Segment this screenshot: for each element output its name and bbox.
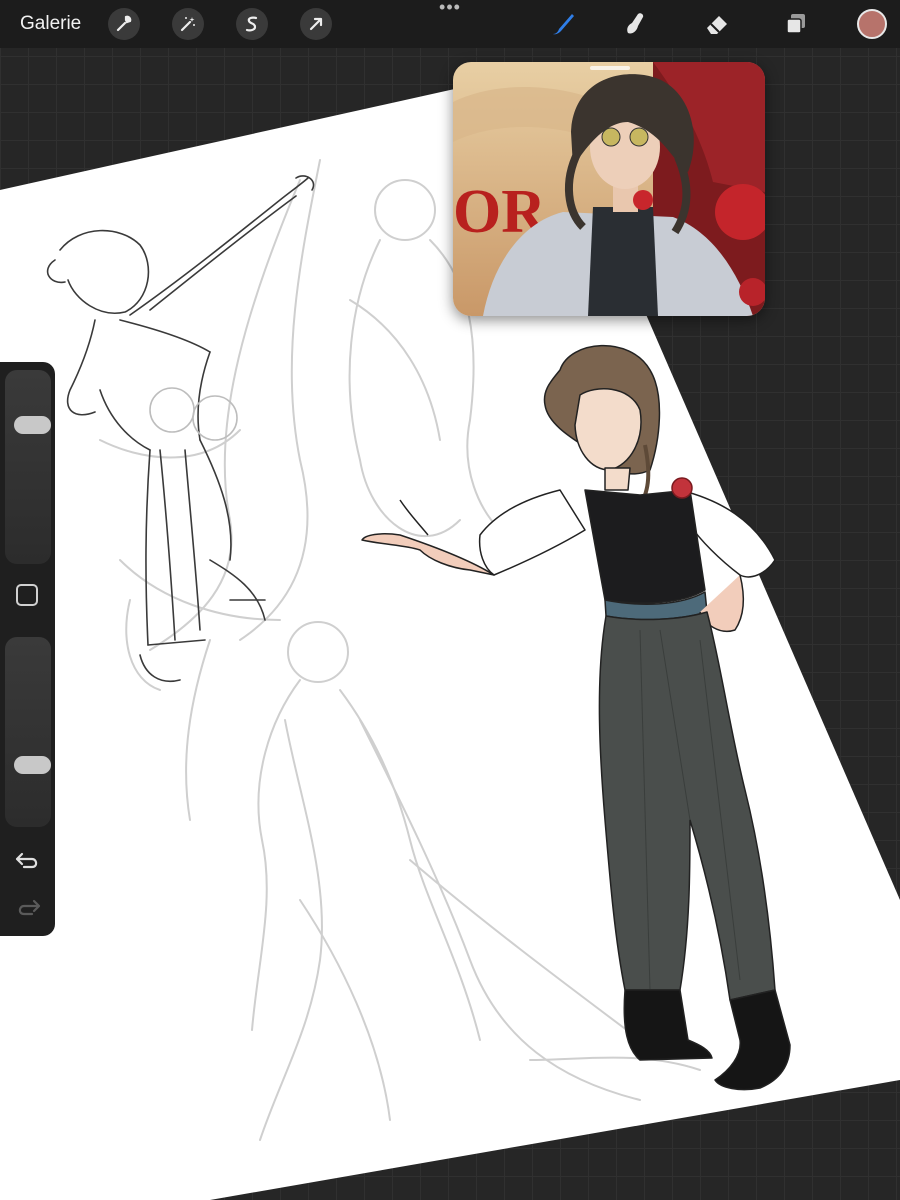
adjustments-button[interactable] — [172, 8, 204, 40]
arrow-cursor-icon — [309, 17, 323, 31]
brush-icon — [553, 14, 574, 35]
reference-window[interactable]: OR — [453, 62, 765, 316]
more-dots-icon[interactable]: ••• — [436, 0, 464, 16]
wrench-icon — [116, 15, 132, 32]
smudge-icon — [627, 13, 644, 34]
left-sidebar — [0, 362, 55, 936]
brush-tool-button[interactable] — [545, 6, 581, 42]
selection-button[interactable] — [236, 8, 268, 40]
eraser-icon — [707, 16, 727, 34]
gallery-button[interactable]: Galerie — [20, 13, 81, 35]
magic-wand-icon — [180, 17, 195, 32]
opacity-thumb[interactable] — [14, 756, 51, 774]
redo-icon — [18, 899, 41, 916]
drawing-canvas[interactable] — [0, 0, 900, 1200]
smudge-tool-button[interactable] — [617, 6, 653, 42]
reference-image: OR — [453, 62, 765, 316]
opacity-slider[interactable] — [5, 637, 51, 827]
undo-button[interactable] — [14, 849, 42, 873]
undo-icon — [15, 852, 38, 869]
actions-button[interactable] — [108, 8, 140, 40]
modify-button[interactable] — [16, 584, 38, 606]
transform-button[interactable] — [300, 8, 332, 40]
brush-size-thumb[interactable] — [14, 416, 51, 434]
layers-button[interactable] — [778, 6, 814, 42]
reference-drag-handle[interactable] — [590, 66, 630, 70]
eraser-tool-button[interactable] — [699, 6, 735, 42]
redo-button[interactable] — [14, 896, 42, 920]
selection-s-icon — [245, 16, 258, 32]
top-toolbar: Galerie ••• — [0, 0, 900, 48]
brush-size-slider[interactable] — [5, 370, 51, 564]
layers-icon — [786, 14, 805, 34]
color-swatch-button[interactable] — [857, 9, 887, 39]
